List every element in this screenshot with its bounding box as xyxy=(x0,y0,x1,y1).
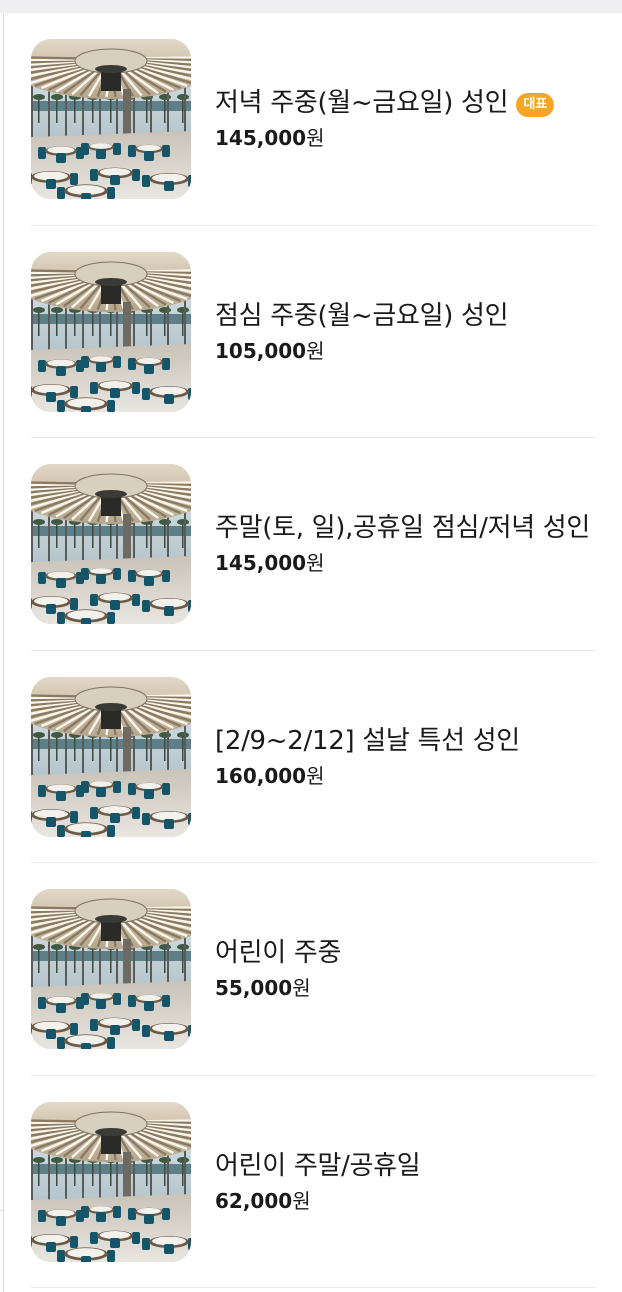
price-currency: 원 xyxy=(306,126,325,150)
menu-item-name: [2/9~2/12] 설날 특선 성인 xyxy=(215,725,520,756)
price-amount: 145,000 xyxy=(215,551,307,575)
price-currency: 원 xyxy=(292,976,311,1000)
restaurant-dining-room-image xyxy=(31,1101,191,1262)
left-tick-mark xyxy=(0,1210,3,1211)
menu-item-price: 105,000원 xyxy=(215,338,596,364)
menu-item[interactable]: 어린이 주말/공휴일 62,000원 xyxy=(31,1076,596,1288)
menu-item-price: 62,000원 xyxy=(215,1188,596,1214)
price-currency: 원 xyxy=(292,1188,311,1213)
menu-item-name: 어린이 주말/공휴일 xyxy=(215,1150,421,1181)
price-currency: 원 xyxy=(306,763,325,788)
price-currency: 원 xyxy=(306,551,325,575)
menu-item-name: 저녁 주중(월~금요일) 성인 xyxy=(215,88,509,118)
menu-item-info: 저녁 주중(월~금요일) 성인 대표 145,000원 xyxy=(215,13,596,224)
menu-item-name: 어린이 주중 xyxy=(215,938,342,968)
restaurant-dining-room-image xyxy=(31,251,191,412)
menu-item-price: 145,000원 xyxy=(215,125,596,151)
restaurant-dining-room-image xyxy=(31,39,191,199)
menu-item[interactable]: 어린이 주중 55,000원 xyxy=(31,863,596,1076)
menu-item-info: 점심 주중(월~금요일) 성인 105,000원 xyxy=(215,226,596,437)
price-amount: 145,000 xyxy=(215,126,307,150)
price-amount: 62,000 xyxy=(215,1188,293,1213)
price-amount: 105,000 xyxy=(215,338,307,363)
menu-item-info: 주말(토, 일),공휴일 점심/저녁 성인 145,000원 xyxy=(215,438,596,649)
menu-item-info: 어린이 주중 55,000원 xyxy=(215,863,596,1074)
restaurant-dining-room-image xyxy=(31,676,191,837)
price-currency: 원 xyxy=(306,338,325,363)
menu-item-price: 55,000원 xyxy=(215,975,596,1001)
menu-item-name: 주말(토, 일),공휴일 점심/저녁 성인 xyxy=(215,513,591,543)
menu-item[interactable]: 점심 주중(월~금요일) 성인 105,000원 xyxy=(31,226,596,438)
top-divider-strip xyxy=(0,0,622,13)
menu-item-info: 어린이 주말/공휴일 62,000원 xyxy=(215,1076,596,1287)
menu-item-price: 145,000원 xyxy=(215,550,596,576)
menu-item-price: 160,000원 xyxy=(215,763,596,789)
menu-page: 저녁 주중(월~금요일) 성인 대표 145,000원 점심 주중(월~금요일) … xyxy=(0,0,622,1292)
left-border-line xyxy=(3,13,4,1292)
restaurant-dining-room-image xyxy=(31,464,191,624)
menu-item[interactable]: 주말(토, 일),공휴일 점심/저녁 성인 145,000원 xyxy=(31,438,596,651)
menu-list: 저녁 주중(월~금요일) 성인 대표 145,000원 점심 주중(월~금요일) … xyxy=(31,13,596,1288)
menu-item-name: 점심 주중(월~금요일) 성인 xyxy=(215,300,509,331)
menu-item[interactable]: 저녁 주중(월~금요일) 성인 대표 145,000원 xyxy=(31,13,596,226)
representative-badge: 대표 xyxy=(516,93,555,117)
restaurant-dining-room-image xyxy=(31,889,191,1049)
menu-item-info: [2/9~2/12] 설날 특선 성인 160,000원 xyxy=(215,651,596,862)
menu-item[interactable]: [2/9~2/12] 설날 특선 성인 160,000원 xyxy=(31,651,596,863)
price-amount: 160,000 xyxy=(215,763,307,788)
price-amount: 55,000 xyxy=(215,976,293,1000)
